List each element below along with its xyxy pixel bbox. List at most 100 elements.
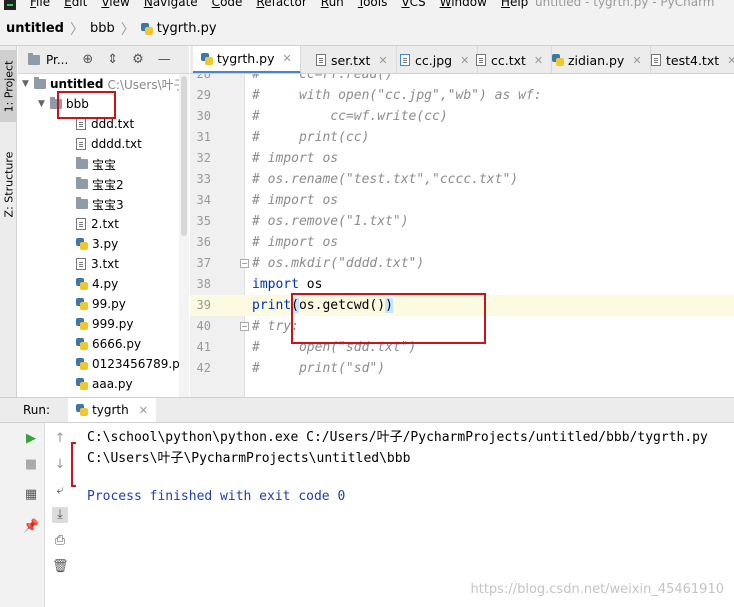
fold-marker-icon[interactable]: −	[240, 259, 249, 268]
down-arrow-icon[interactable]: ↓	[52, 457, 68, 473]
globe-icon[interactable]: ⊕	[82, 52, 93, 67]
menu-item[interactable]: File	[30, 0, 50, 9]
menu-item[interactable]: Edit	[64, 0, 87, 9]
tree-file[interactable]: 0123456789.py	[76, 354, 179, 374]
editor-tab-label: tygrth.py	[217, 51, 275, 66]
up-arrow-icon[interactable]: ↑	[52, 431, 68, 447]
code-line[interactable]: 29 # with open("cc.jpg","wb") as wf:	[190, 85, 734, 106]
code-line[interactable]: 36 # import os	[190, 232, 734, 253]
menu-item[interactable]: View	[101, 0, 129, 9]
tree-folder[interactable]: 宝宝3	[76, 194, 124, 214]
python-file-icon	[552, 54, 564, 66]
breadcrumb-project[interactable]: untitled	[6, 21, 64, 36]
editor-tab[interactable]: cc.jpg ✕	[392, 46, 479, 73]
pycharm-logo-icon	[4, 0, 16, 10]
tree-file[interactable]: 3.txt	[76, 254, 119, 274]
layout-icon[interactable]: ▦	[23, 487, 39, 503]
scrollbar-thumb[interactable]	[181, 76, 187, 236]
close-tab-icon[interactable]: ✕	[727, 54, 734, 67]
code-line[interactable]: 31 # print(cc)	[190, 127, 734, 148]
tree-file[interactable]: 4.py	[76, 274, 118, 294]
tree-file[interactable]: 3.py	[76, 234, 118, 254]
breadcrumb-separator: 〉	[120, 21, 135, 38]
code-line[interactable]: 32 # import os	[190, 148, 734, 169]
breadcrumb-folder[interactable]: bbb	[90, 21, 115, 36]
tree-file[interactable]: 6666.py	[76, 334, 141, 354]
tree-file[interactable]: 99.py	[76, 294, 126, 314]
project-panel-header: Pr... ⊕ ⇕ ⚙ —	[18, 46, 189, 74]
menu-item[interactable]: Code	[212, 0, 243, 9]
console-line: C:\Users\叶子\PycharmProjects\untitled\bbb	[87, 451, 411, 466]
scroll-to-end-icon[interactable]: ⤓	[52, 507, 68, 523]
close-icon[interactable]: ✕	[139, 404, 148, 417]
tree-file[interactable]: aaa.py	[76, 374, 133, 394]
code-line[interactable]: 38 import os	[190, 274, 734, 295]
menu-item[interactable]: Navigate	[144, 0, 198, 9]
code-line[interactable]: 37 # os.mkdir("dddd.txt")	[190, 253, 734, 274]
close-tab-icon[interactable]: ✕	[534, 54, 543, 67]
structure-tool-tab[interactable]: Z: Structure	[0, 138, 17, 230]
editor-tab[interactable]: zidian.py ✕	[544, 46, 651, 73]
close-tab-icon[interactable]: ✕	[378, 54, 387, 67]
menu-item[interactable]: Tools	[358, 0, 388, 9]
python-file-icon	[76, 278, 88, 290]
close-tab-icon[interactable]: ✕	[632, 54, 641, 67]
editor-tab[interactable]: tygrth.py ✕	[193, 46, 301, 73]
project-panel-title[interactable]: Pr...	[46, 53, 68, 67]
code-line[interactable]: 34 # import os	[190, 190, 734, 211]
menu-item[interactable]: Window	[440, 0, 487, 9]
code-text: # os.mkdir("dddd.txt")	[252, 256, 425, 271]
run-tab[interactable]: tygrth ✕	[68, 398, 156, 422]
breadcrumb-file[interactable]: tygrth.py	[157, 21, 217, 36]
folder-icon	[34, 77, 46, 89]
code-text: # print(cc)	[252, 130, 370, 145]
project-tree: ▼ untitled C:\Users\叶子 ▼ bbb ddd.txt dddd.t…	[18, 74, 179, 397]
run-tab-label: tygrth	[92, 403, 129, 417]
code-line[interactable]: 28 # cc=rf.read()	[190, 74, 734, 85]
editor-tab[interactable]: ser.txt ✕	[308, 46, 397, 73]
python-file-icon	[76, 404, 89, 416]
editor-tab[interactable]: cc.txt ✕	[468, 46, 553, 73]
gear-icon[interactable]: ⚙	[132, 52, 144, 67]
python-file-icon	[76, 378, 88, 390]
editor-tab[interactable]: test4.txt ✕	[643, 46, 734, 73]
rerun-icon[interactable]: ▶	[23, 431, 39, 447]
menu-item[interactable]: Run	[321, 0, 344, 9]
expanded-arrow-icon[interactable]: ▼	[38, 99, 50, 109]
minimize-icon[interactable]: —	[158, 52, 171, 67]
tree-folder[interactable]: 宝宝2	[76, 174, 124, 194]
tree-item-label: 宝宝2	[92, 177, 124, 192]
expanded-arrow-icon[interactable]: ▼	[22, 79, 34, 89]
tree-item-label: 宝宝3	[92, 197, 124, 212]
text-file-icon	[651, 54, 661, 66]
menu-item[interactable]: Help	[501, 0, 528, 9]
run-console[interactable]: C:\school\python\python.exe C:/Users/叶子/…	[76, 423, 734, 607]
print-icon[interactable]: ⎙	[52, 533, 68, 549]
tree-file[interactable]: dddd.txt	[76, 134, 142, 154]
fold-marker-icon[interactable]: −	[240, 322, 249, 331]
code-line[interactable]: 42 # print("sd")	[190, 358, 734, 379]
tree-file[interactable]: 2.txt	[76, 214, 119, 234]
pin-icon[interactable]: 📌	[23, 519, 39, 535]
project-tool-tab[interactable]: 1: Project	[0, 50, 17, 122]
soft-wrap-icon[interactable]: ⤶	[52, 483, 68, 499]
tree-file[interactable]: 999.py	[76, 314, 133, 334]
tree-item-label: 999.py	[92, 317, 134, 331]
tree-scrollbar[interactable]	[179, 74, 189, 397]
tree-item-label: 3.txt	[91, 257, 119, 271]
tree-folder[interactable]: 宝宝	[76, 154, 116, 174]
text-file-icon	[76, 138, 86, 150]
code-line[interactable]: 30 # cc=wf.write(cc)	[190, 106, 734, 127]
collapse-icon[interactable]: ⇕	[107, 52, 118, 67]
code-line[interactable]: 35 # os.remove("1.txt")	[190, 211, 734, 232]
breadcrumb-separator: 〉	[69, 21, 84, 38]
tree-item-label: 2.txt	[91, 217, 119, 231]
code-line[interactable]: 33 # os.rename("test.txt","cccc.txt")	[190, 169, 734, 190]
menu-item[interactable]: VCS	[401, 0, 425, 9]
code-editor[interactable]: 28 # cc=rf.read() 29 # with open("cc.jpg","…	[190, 74, 734, 397]
close-tab-icon[interactable]: ✕	[283, 52, 292, 65]
trash-icon[interactable]: 🗑	[52, 559, 69, 575]
stop-icon[interactable]: ■	[23, 457, 39, 473]
menu-item[interactable]: Refactor	[256, 0, 306, 9]
line-number: 31	[196, 130, 211, 144]
